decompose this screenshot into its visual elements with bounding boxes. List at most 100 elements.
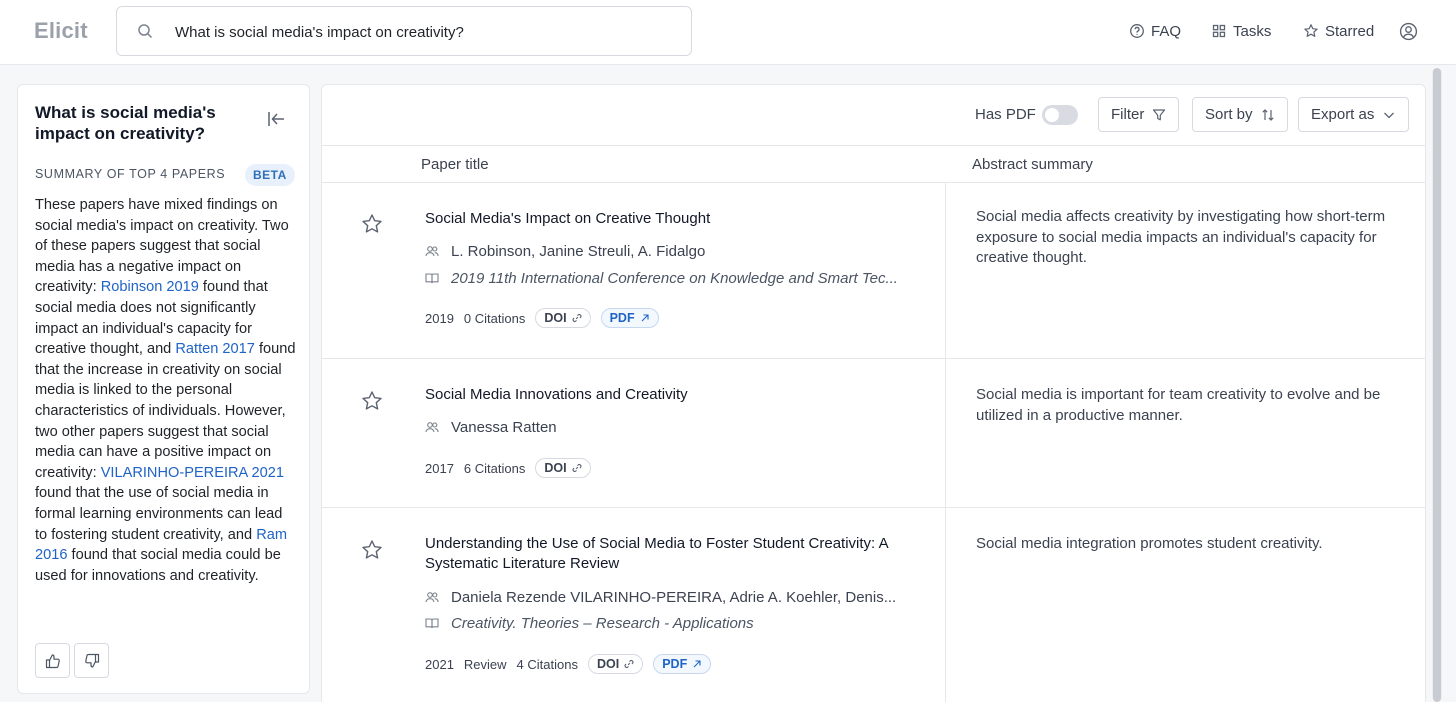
people-icon [425,246,439,257]
thumbs-up-button[interactable] [35,643,70,678]
nav-tasks[interactable]: Tasks [1211,20,1271,42]
paper-citations: 0 Citations [463,310,526,326]
search-icon [138,24,153,39]
pdf-label: PDF [609,311,635,325]
abstract-summary: Social media affects creativity by inves… [976,208,1386,267]
book-icon [425,618,439,629]
paper-title[interactable]: Social Media's Impact on Creative Though… [425,209,915,229]
filter-label: Filter [1111,106,1145,123]
summary-label: SUMMARY OF TOP 4 PAPERS [35,167,226,181]
column-header-abstract-summary[interactable]: Abstract summary [972,156,1093,173]
venue-text: 2019 11th International Conference on Kn… [451,269,898,287]
citation-link-vilarinho-2021[interactable]: VILARINHO-PEREIRA 2021 [101,465,284,481]
nav-faq[interactable]: FAQ [1129,20,1181,42]
beta-badge: BETA [245,164,295,186]
summary-segment: found that the use of social media in fo… [35,485,283,543]
search-input[interactable] [175,19,675,45]
venue-text: Creativity. Theories – Research - Applic… [451,614,754,632]
star-icon [1304,24,1318,37]
link-icon [624,660,634,668]
summary-question: What is social media's impact on creativ… [35,103,216,143]
summary-segment: found that the increase in creativity on… [35,341,296,481]
export-as-label: Export as [1311,106,1375,123]
has-pdf-label: Has PDF [975,106,1036,123]
filter-icon [1153,108,1166,120]
table-row[interactable]: Social Media's Impact on Creative Though… [322,183,1425,359]
citation-link-robinson-2019[interactable]: Robinson 2019 [101,279,199,295]
star-icon[interactable] [360,212,384,236]
filter-button[interactable]: Filter [1098,97,1180,132]
star-icon[interactable] [360,389,384,413]
account-button[interactable] [1399,20,1418,42]
authors-text: L. Robinson, Janine Streuli, A. Fidalgo [451,242,706,260]
paper-type: Review [463,656,507,672]
help-circle-icon [1130,24,1144,38]
doi-link[interactable]: DOI [587,654,644,674]
sort-by-button[interactable]: Sort by [1192,97,1288,132]
doi-label: DOI [544,311,567,325]
paper-tags: 2017 6 Citations DOI [425,457,591,479]
thumbs-up-icon [45,654,60,669]
table-row[interactable]: Social Media Innovations and Creativity … [322,359,1425,508]
sort-icon [1261,108,1274,121]
sort-by-label: Sort by [1205,106,1253,123]
abstract-summary: Social media is important for team creat… [976,386,1381,424]
people-icon [425,592,439,603]
paper-authors: Vanessa Ratten [425,417,915,437]
nav-faq-label: FAQ [1151,22,1182,40]
scrollbar-thumb[interactable] [1433,68,1441,702]
star-icon[interactable] [360,538,384,562]
top-header: Elicit FAQ Tasks Starred [0,0,1456,65]
paper-citations: 6 Citations [463,460,526,476]
paper-venue: Creativity. Theories – Research - Applic… [425,613,915,633]
abstract-summary: Social media integration promotes studen… [976,535,1323,552]
summary-text: These papers have mixed findings on soci… [35,195,297,586]
paper-year: 2019 [425,310,454,326]
column-header-paper-title[interactable]: Paper title [421,156,489,173]
doi-label: DOI [544,461,567,475]
doi-link[interactable]: DOI [535,308,591,328]
has-pdf-toggle[interactable] [1042,105,1078,125]
user-circle-icon [1399,22,1418,40]
paper-venue: 2019 11th International Conference on Kn… [425,268,915,288]
summary-panel: What is social media's impact on creativ… [17,84,310,694]
paper-title[interactable]: Understanding the Use of Social Media to… [425,534,915,574]
link-icon [572,464,582,472]
export-as-button[interactable]: Export as [1298,97,1410,132]
nav-tasks-label: Tasks [1233,22,1272,40]
citation-link-ratten-2017[interactable]: Ratten 2017 [175,341,255,357]
doi-link[interactable]: DOI [535,458,591,478]
collapse-panel-icon[interactable] [266,109,286,129]
app-logo[interactable]: Elicit [34,18,88,44]
external-link-icon [641,314,649,322]
search-box[interactable] [116,6,692,56]
external-link-icon [693,660,701,668]
grid-icon [1212,24,1226,38]
table-row[interactable]: Understanding the Use of Social Media to… [322,508,1425,702]
authors-text: Vanessa Ratten [451,418,557,436]
paper-tags: 2021 Review 4 Citations DOI PDF [425,653,712,675]
people-icon [425,422,439,433]
table-header: Paper title Abstract summary [322,145,1425,183]
authors-text: Daniela Rezende VILARINHO-PEREIRA, Adrie… [451,588,897,606]
summary-segment: found that social media could be used fo… [35,547,281,584]
pdf-link[interactable]: PDF [600,308,659,328]
book-icon [425,273,439,284]
paper-citations: 4 Citations [516,656,578,672]
doi-label: DOI [596,657,620,671]
nav-starred[interactable]: Starred [1303,20,1374,42]
paper-authors: Daniela Rezende VILARINHO-PEREIRA, Adrie… [425,587,915,607]
page-scrollbar[interactable] [1432,68,1442,702]
paper-authors: L. Robinson, Janine Streuli, A. Fidalgo [425,241,915,261]
paper-year: 2017 [425,460,454,476]
results-panel: Has PDF Filter Sort by Export as Paper t… [321,84,1426,702]
chevron-down-icon [1384,112,1395,118]
pdf-label: PDF [662,657,688,671]
pdf-link[interactable]: PDF [653,654,712,674]
paper-tags: 2019 0 Citations DOI PDF [425,307,659,329]
paper-title[interactable]: Social Media Innovations and Creativity [425,385,915,405]
thumbs-down-button[interactable] [74,643,109,678]
link-icon [572,314,582,322]
paper-year: 2021 [425,656,454,672]
column-divider [945,183,946,702]
